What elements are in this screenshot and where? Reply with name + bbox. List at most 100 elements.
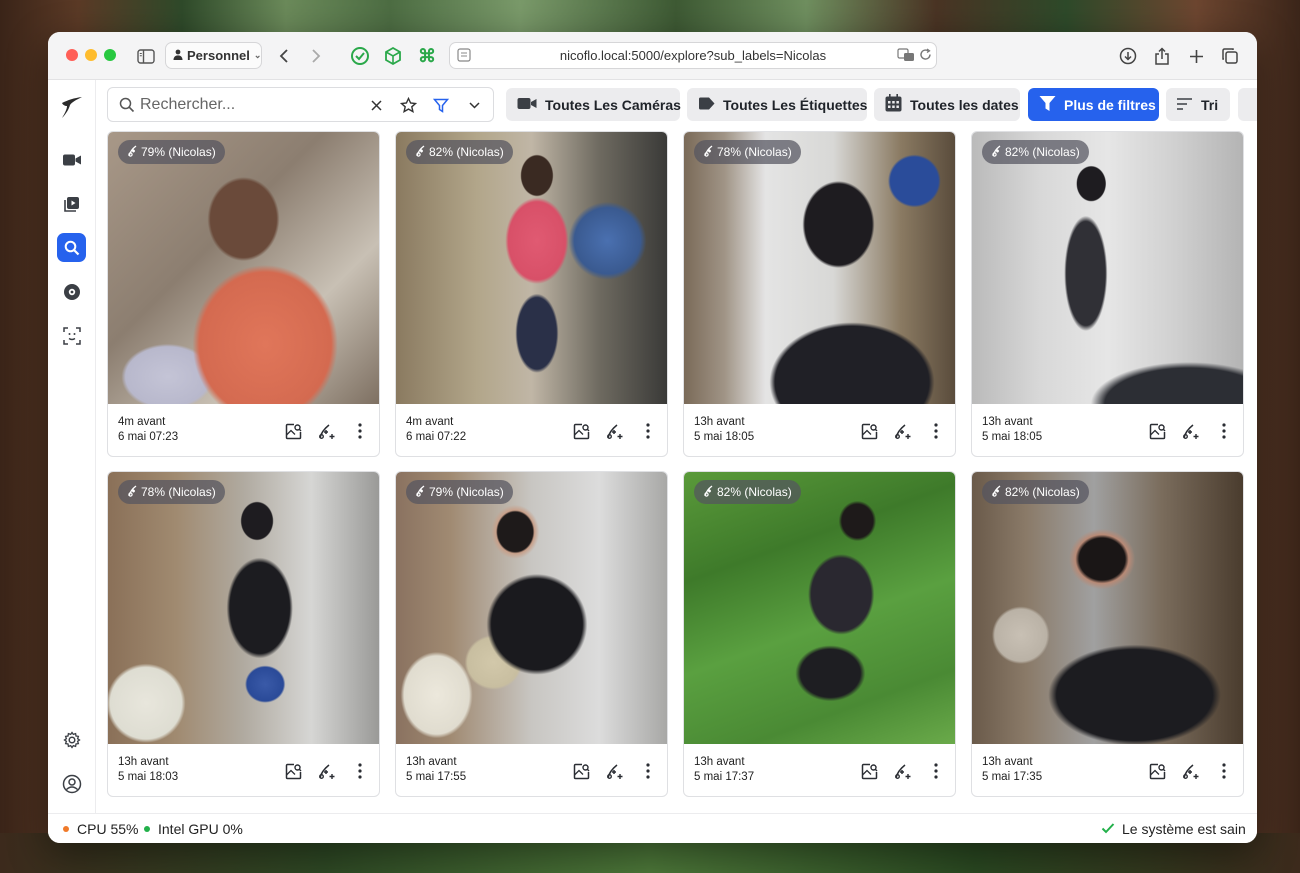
sidebar-toggle-icon[interactable] — [134, 44, 158, 68]
more-options-icon[interactable] — [926, 761, 946, 781]
new-tab-icon[interactable] — [1184, 44, 1208, 68]
snapshot-search-icon[interactable] — [1147, 421, 1167, 441]
snapshot-search-icon[interactable] — [859, 421, 879, 441]
add-face-icon[interactable] — [893, 761, 913, 781]
more-options-icon[interactable] — [1214, 761, 1234, 781]
add-face-icon[interactable] — [1181, 761, 1201, 781]
translate-icon[interactable] — [897, 48, 915, 65]
more-options-icon[interactable] — [638, 421, 658, 441]
explore-search-icon[interactable] — [57, 233, 86, 262]
face-score-text: 82% (Nicolas) — [429, 145, 504, 159]
share-icon[interactable] — [1150, 44, 1174, 68]
relative-time: 4m avant — [118, 416, 166, 428]
event-timestamp: 5 mai 17:55 — [406, 771, 467, 783]
face-recognition-icon — [702, 484, 715, 500]
more-options-icon[interactable] — [350, 421, 370, 441]
relative-time: 13h avant — [694, 416, 745, 428]
relative-time: 13h avant — [694, 756, 745, 768]
result-card[interactable]: 82% (Nicolas) 13h avant 5 mai 17:37 — [683, 471, 956, 797]
result-card[interactable]: 82% (Nicolas) 4m avant 6 mai 07:22 — [395, 131, 668, 457]
settings-gear-icon[interactable] — [57, 725, 86, 754]
result-card[interactable]: 78% (Nicolas) 13h avant 5 mai 18:03 — [107, 471, 380, 797]
forward-icon[interactable] — [304, 44, 328, 68]
snapshot-thumbnail[interactable] — [972, 472, 1243, 744]
account-icon[interactable] — [57, 769, 86, 798]
more-filters-label: Plus de filtres — [1064, 96, 1156, 113]
more-filters-button[interactable]: Plus de filtres — [1028, 88, 1159, 121]
calendar-icon — [885, 94, 902, 115]
review-icon[interactable] — [57, 189, 86, 218]
snapshot-search-icon[interactable] — [283, 761, 303, 781]
extension-command-icon[interactable]: ⌘ — [415, 44, 439, 68]
result-card[interactable]: 79% (Nicolas) 13h avant 5 mai 17:55 — [395, 471, 668, 797]
add-face-icon[interactable] — [605, 421, 625, 441]
snapshot-thumbnail[interactable] — [396, 472, 667, 744]
snapshot-thumbnail[interactable] — [396, 132, 667, 404]
more-options-icon[interactable] — [1214, 421, 1234, 441]
add-face-icon[interactable] — [893, 421, 913, 441]
search-box — [107, 87, 494, 122]
frigate-logo-icon[interactable] — [57, 93, 86, 122]
snapshot-search-icon[interactable] — [571, 761, 591, 781]
tag-icon — [698, 97, 715, 113]
star-icon[interactable] — [399, 96, 417, 114]
event-timestamp: 6 mai 07:23 — [118, 431, 179, 443]
face-library-icon[interactable] — [57, 321, 86, 350]
close-window-button[interactable] — [66, 49, 78, 61]
extension-cube-icon[interactable] — [381, 44, 405, 68]
snapshot-search-icon[interactable] — [283, 421, 303, 441]
sort-button[interactable]: Tri — [1166, 88, 1230, 121]
tab-overview-icon[interactable] — [1218, 44, 1242, 68]
extension-refresh-icon[interactable] — [348, 44, 372, 68]
snapshot-thumbnail[interactable] — [684, 472, 955, 744]
add-face-icon[interactable] — [317, 761, 337, 781]
result-card[interactable]: 82% (Nicolas) 13h avant 5 mai 17:35 — [971, 471, 1244, 797]
browser-toolbar: Personnel ⌄ ⌘ nicoflo.local:5000/explore… — [48, 32, 1257, 80]
more-options-icon[interactable] — [350, 761, 370, 781]
export-icon[interactable] — [57, 277, 86, 306]
address-bar[interactable]: nicoflo.local:5000/explore?sub_labels=Ni… — [449, 42, 937, 69]
snapshot-search-icon[interactable] — [1147, 761, 1167, 781]
clear-search-icon[interactable] — [367, 96, 385, 114]
relative-time: 4m avant — [406, 416, 454, 428]
more-options-icon[interactable] — [638, 761, 658, 781]
profile-selector[interactable]: Personnel ⌄ — [165, 42, 262, 69]
page-settings-icon[interactable] — [457, 48, 471, 65]
minimize-window-button[interactable] — [85, 49, 97, 61]
filter-icon[interactable] — [432, 96, 450, 114]
face-recognition-icon — [126, 144, 139, 160]
relative-time: 13h avant — [982, 756, 1033, 768]
event-timestamp: 5 mai 17:35 — [982, 771, 1043, 783]
gpu-status-dot — [144, 826, 150, 832]
gpu-usage: Intel GPU 0% — [158, 821, 243, 837]
sort-lines-icon — [1177, 97, 1193, 113]
snapshot-thumbnail[interactable] — [972, 132, 1243, 404]
snapshot-search-icon[interactable] — [859, 761, 879, 781]
labels-filter-button[interactable]: Toutes Les Étiquettes — [687, 88, 867, 121]
snapshot-thumbnail[interactable] — [108, 132, 379, 404]
add-face-icon[interactable] — [1181, 421, 1201, 441]
more-options-icon[interactable] — [926, 421, 946, 441]
add-face-icon[interactable] — [605, 761, 625, 781]
live-camera-icon[interactable] — [57, 145, 86, 174]
downloads-icon[interactable] — [1116, 44, 1140, 68]
snapshot-search-icon[interactable] — [571, 421, 591, 441]
snapshot-thumbnail[interactable] — [108, 472, 379, 744]
result-card[interactable]: 82% (Nicolas) 13h avant 5 mai 18:05 — [971, 131, 1244, 457]
event-timestamp: 5 mai 17:37 — [694, 771, 755, 783]
snapshot-thumbnail[interactable] — [684, 132, 955, 404]
add-face-icon[interactable] — [317, 421, 337, 441]
search-input[interactable] — [140, 95, 360, 115]
zoom-window-button[interactable] — [104, 49, 116, 61]
face-recognition-icon — [702, 144, 715, 160]
chevron-down-icon[interactable] — [465, 96, 483, 114]
result-card[interactable]: 78% (Nicolas) 13h avant 5 mai 18:05 — [683, 131, 956, 457]
reload-icon[interactable] — [919, 48, 932, 64]
dates-filter-button[interactable]: Toutes les dates — [874, 88, 1020, 121]
cameras-filter-button[interactable]: Toutes Les Caméras — [506, 88, 681, 121]
relative-time: 13h avant — [982, 416, 1033, 428]
checkmark-icon — [1101, 821, 1115, 837]
back-icon[interactable] — [272, 44, 296, 68]
result-card[interactable]: 79% (Nicolas) 4m avant 6 mai 07:23 — [107, 131, 380, 457]
overflow-filter-button[interactable] — [1238, 88, 1257, 121]
